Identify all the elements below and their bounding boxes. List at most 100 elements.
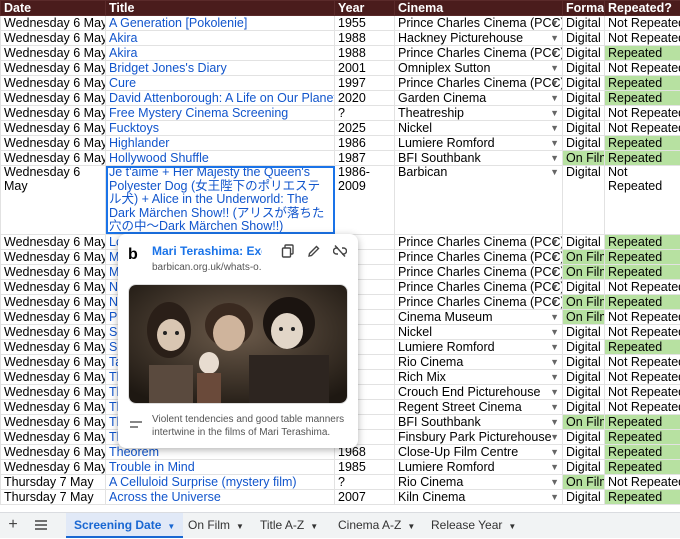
sheet-tab[interactable]: Cinema A-Z▼ <box>330 513 423 538</box>
popup-link-url[interactable]: barbican.org.uk/whats-o... <box>152 262 262 273</box>
cell-format[interactable]: On Film <box>563 249 605 264</box>
cell-year[interactable]: 2001 <box>335 61 395 76</box>
cell-title[interactable]: Across the Universe <box>106 489 335 504</box>
cell-date[interactable]: Wednesday 6 May <box>1 444 106 459</box>
cell-date[interactable]: Wednesday 6 May <box>1 264 106 279</box>
cell-date[interactable]: Wednesday 6 May <box>1 459 106 474</box>
cell-cinema[interactable]: Garden Cinema▼ <box>395 91 563 106</box>
cell-repeated[interactable]: Not Repeated <box>605 384 680 399</box>
cell-repeated[interactable]: Not Repeated <box>605 166 680 235</box>
dropdown-arrow-icon[interactable]: ▼ <box>550 121 559 135</box>
cell-format[interactable]: Digital <box>563 429 605 444</box>
cell-title[interactable]: David Attenborough: A Life on Our Planet <box>106 91 335 106</box>
dropdown-arrow-icon[interactable]: ▼ <box>550 31 559 45</box>
preview-image[interactable] <box>128 284 348 404</box>
cell-title-selected[interactable]: Je t'aime + Her Majesty the Queen's Poly… <box>106 166 335 235</box>
cell-cinema[interactable]: Kiln Cinema▼ <box>395 489 563 504</box>
plus-icon[interactable]: + <box>4 516 22 534</box>
cell-cinema[interactable]: Nickel▼ <box>395 324 563 339</box>
cell-year[interactable]: 1988 <box>335 31 395 46</box>
cell-date[interactable]: Wednesday 6 May <box>1 31 106 46</box>
cell-cinema[interactable]: Prince Charles Cinema (PCC)▼ <box>395 76 563 91</box>
edit-link-icon[interactable] <box>306 244 322 260</box>
cell-cinema[interactable]: Prince Charles Cinema (PCC)▼ <box>395 234 563 249</box>
cell-date[interactable]: Wednesday 6 May <box>1 399 106 414</box>
cell-format[interactable]: Digital <box>563 106 605 121</box>
cell-repeated[interactable]: Not Repeated <box>605 474 680 489</box>
cell-date[interactable]: Wednesday 6 May <box>1 151 106 166</box>
dropdown-arrow-icon[interactable]: ▼ <box>550 166 559 180</box>
cell-year[interactable]: 2007 <box>335 489 395 504</box>
dropdown-arrow-icon[interactable]: ▼ <box>550 91 559 105</box>
cell-repeated[interactable]: Repeated <box>605 151 680 166</box>
cell-cinema[interactable]: Barbican▼ <box>395 166 563 235</box>
dropdown-arrow-icon[interactable]: ▼ <box>550 460 559 474</box>
cell-cinema[interactable]: Prince Charles Cinema (PCC)▼ <box>395 264 563 279</box>
cell-cinema[interactable]: Prince Charles Cinema (PCC)▼ <box>395 16 563 31</box>
cell-date[interactable]: Wednesday 6 May <box>1 279 106 294</box>
cell-date[interactable]: Wednesday 6 May <box>1 354 106 369</box>
cell-format[interactable]: On Film <box>563 414 605 429</box>
dropdown-arrow-icon[interactable]: ▼ <box>550 370 559 384</box>
cell-year[interactable]: 2020 <box>335 91 395 106</box>
dropdown-arrow-icon[interactable]: ▼ <box>550 136 559 150</box>
copy-link-icon[interactable] <box>280 244 296 260</box>
cell-title[interactable]: Cure <box>106 76 335 91</box>
cell-repeated[interactable]: Repeated <box>605 444 680 459</box>
dropdown-arrow-icon[interactable]: ▼ <box>550 490 559 504</box>
cell-format[interactable]: Digital <box>563 324 605 339</box>
cell-repeated[interactable]: Not Repeated <box>605 16 680 31</box>
cell-repeated[interactable]: Not Repeated <box>605 309 680 324</box>
dropdown-arrow-icon[interactable]: ▼ <box>550 280 559 294</box>
cell-format[interactable]: Digital <box>563 399 605 414</box>
cell-title[interactable]: A Generation [Pokolenie] <box>106 16 335 31</box>
cell-format[interactable]: Digital <box>563 166 605 235</box>
cell-date[interactable]: Wednesday 6 May <box>1 369 106 384</box>
cell-format[interactable]: Digital <box>563 234 605 249</box>
cell-year[interactable]: 1985 <box>335 459 395 474</box>
cell-format[interactable]: Digital <box>563 384 605 399</box>
sheet-tab[interactable]: On Film▼ <box>180 513 252 538</box>
cell-format[interactable]: Digital <box>563 76 605 91</box>
cell-cinema[interactable]: Omniplex Sutton▼ <box>395 61 563 76</box>
cell-format[interactable]: Digital <box>563 444 605 459</box>
cell-date[interactable]: Wednesday 6 May <box>1 339 106 354</box>
sheet-tab[interactable]: Title A-Z▼ <box>252 513 326 538</box>
chevron-down-icon[interactable]: ▼ <box>407 522 415 531</box>
header-format[interactable]: Format <box>563 1 605 16</box>
cell-repeated[interactable]: Not Repeated <box>605 121 680 136</box>
dropdown-arrow-icon[interactable]: ▼ <box>550 385 559 399</box>
cell-repeated[interactable]: Not Repeated <box>605 31 680 46</box>
cell-repeated[interactable]: Repeated <box>605 249 680 264</box>
cell-format[interactable]: Digital <box>563 339 605 354</box>
cell-title[interactable]: Bridget Jones's Diary <box>106 61 335 76</box>
cell-cinema[interactable]: Rio Cinema▼ <box>395 474 563 489</box>
cell-cinema[interactable]: Hackney Picturehouse▼ <box>395 31 563 46</box>
cell-format[interactable]: Digital <box>563 16 605 31</box>
dropdown-arrow-icon[interactable]: ▼ <box>550 310 559 324</box>
cell-date[interactable]: Wednesday 6 May <box>1 294 106 309</box>
cell-format[interactable]: On Film <box>563 264 605 279</box>
cell-repeated[interactable]: Repeated <box>605 91 680 106</box>
cell-cinema[interactable]: Nickel▼ <box>395 121 563 136</box>
cell-date[interactable]: Thursday 7 May <box>1 489 106 504</box>
cell-year[interactable]: 1997 <box>335 76 395 91</box>
cell-format[interactable]: Digital <box>563 91 605 106</box>
cell-date[interactable]: Wednesday 6 May <box>1 121 106 136</box>
dropdown-arrow-icon[interactable]: ▼ <box>550 475 559 489</box>
cell-date[interactable]: Wednesday 6 May <box>1 234 106 249</box>
cell-title[interactable]: Akira <box>106 31 335 46</box>
cell-date[interactable]: Wednesday 6 May <box>1 309 106 324</box>
cell-format[interactable]: On Film <box>563 294 605 309</box>
cell-date[interactable]: Wednesday 6 May <box>1 106 106 121</box>
dropdown-arrow-icon[interactable]: ▼ <box>550 430 559 444</box>
cell-date[interactable]: Wednesday 6 May <box>1 249 106 264</box>
cell-cinema[interactable]: BFI Southbank▼ <box>395 151 563 166</box>
cell-date[interactable]: Wednesday 6 May <box>1 429 106 444</box>
cell-title[interactable]: Trouble in Mind <box>106 459 335 474</box>
chevron-down-icon[interactable]: ▼ <box>167 522 175 531</box>
cell-format[interactable]: Digital <box>563 136 605 151</box>
list-icon[interactable] <box>32 516 50 534</box>
dropdown-arrow-icon[interactable]: ▼ <box>550 265 559 279</box>
dropdown-arrow-icon[interactable]: ▼ <box>550 151 559 165</box>
